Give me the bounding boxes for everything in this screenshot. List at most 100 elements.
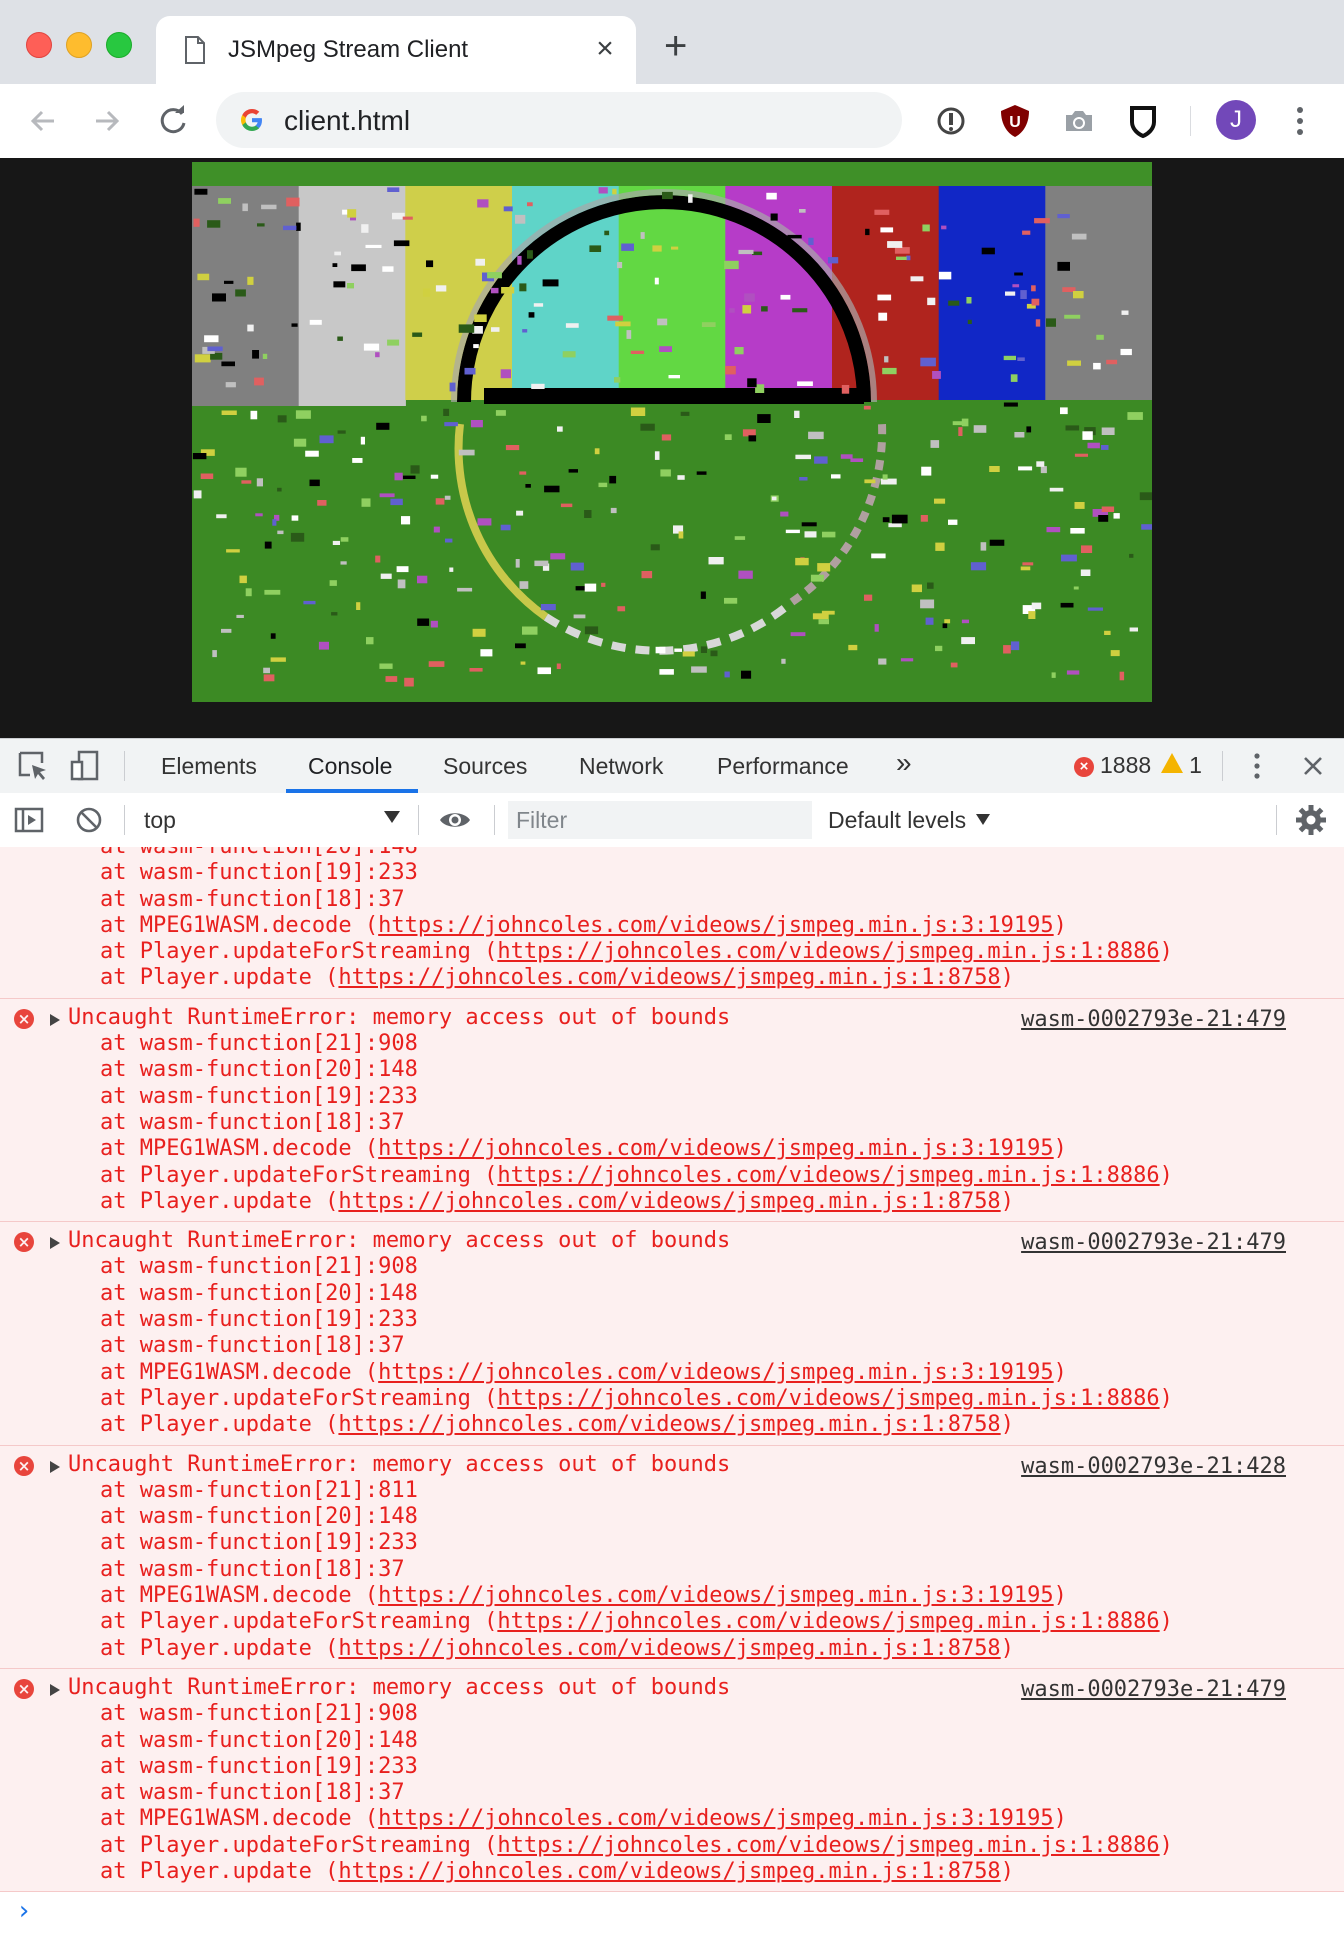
artifact-block (818, 619, 829, 625)
camera-icon[interactable] (1060, 102, 1098, 140)
artifact-block (480, 649, 493, 657)
console-sidebar-icon[interactable] (12, 803, 46, 837)
stack-frame-link[interactable]: https://johncoles.com/videows/jsmpeg.min… (378, 1806, 1054, 1831)
address-bar[interactable]: client.html (216, 92, 902, 148)
clear-console-icon[interactable] (72, 803, 106, 837)
stack-frame-text: at Player.update ( (100, 1858, 339, 1884)
tab-close-icon[interactable]: × (590, 34, 620, 64)
console-error-message[interactable]: × Uncaught RuntimeError: memory access ou… (0, 1445, 1344, 1669)
forward-arrow-icon[interactable] (88, 102, 126, 140)
stack-frame-link[interactable]: https://johncoles.com/videows/jsmpeg.min… (497, 1386, 1159, 1411)
stack-frame-link[interactable]: https://johncoles.com/videows/jsmpeg.min… (497, 1609, 1159, 1634)
stack-frame-link[interactable]: https://johncoles.com/videows/jsmpeg.min… (378, 1583, 1054, 1608)
artifact-block (961, 637, 975, 645)
stack-frame-paren: ) (1053, 1359, 1067, 1385)
ublock-shield-icon[interactable]: U (996, 102, 1034, 140)
console-error-message[interactable]: × Uncaught RuntimeError: memory access ou… (0, 998, 1344, 1223)
issue-counter[interactable]: × 1888 1 (1074, 752, 1202, 779)
close-devtools-icon[interactable] (1296, 749, 1330, 783)
console-prompt[interactable]: › (16, 1896, 1344, 1926)
stack-frame-link[interactable]: https://johncoles.com/videows/jsmpeg.min… (338, 1412, 1000, 1437)
artifact-block (528, 312, 535, 318)
artifact-block (331, 612, 338, 616)
tab-network[interactable]: Network (579, 753, 663, 780)
expand-triangle-icon[interactable] (50, 1013, 60, 1026)
tab-elements[interactable]: Elements (161, 753, 257, 780)
console-settings-gear-icon[interactable] (1294, 803, 1328, 837)
new-tab-button[interactable]: + (664, 26, 687, 66)
tab-title: JSMpeg Stream Client (228, 36, 469, 63)
browser-tab[interactable]: JSMpeg Stream Client × (156, 16, 636, 84)
artifact-block (785, 529, 800, 534)
artifact-block (973, 425, 987, 433)
minimize-window-button[interactable] (66, 32, 92, 58)
artifact-block (927, 297, 936, 306)
artifact-block (941, 225, 947, 230)
chevron-down-icon[interactable] (384, 811, 400, 823)
artifact-block (1119, 671, 1125, 681)
live-expression-eye-icon[interactable] (438, 803, 472, 837)
stack-frame-link[interactable]: https://johncoles.com/videows/jsmpeg.min… (378, 913, 1054, 938)
log-levels-dropdown[interactable]: Default levels (828, 807, 991, 834)
artifact-block (1071, 233, 1087, 240)
tab-console[interactable]: Console (308, 753, 392, 780)
zoom-window-button[interactable] (106, 32, 132, 58)
tab-strip: JSMpeg Stream Client × + (0, 0, 1344, 84)
artifact-block (630, 350, 645, 354)
artifact-block (863, 405, 871, 410)
profile-avatar[interactable]: J (1216, 100, 1256, 140)
console-filter-input[interactable] (508, 801, 812, 839)
artifact-block (347, 209, 357, 218)
inspect-element-icon[interactable] (16, 749, 50, 783)
artifact-block (519, 283, 527, 292)
close-window-button[interactable] (26, 32, 52, 58)
stack-frame-link[interactable]: https://johncoles.com/videows/jsmpeg.min… (338, 965, 1000, 990)
artifact-block (375, 352, 380, 358)
stack-frame-text: at wasm-function[18]:37 (100, 1780, 405, 1806)
error-source-link[interactable]: wasm-0002793e-21:479 (1021, 1677, 1286, 1703)
stack-frame-text: at wasm-function[20]:148 (100, 1504, 418, 1530)
stack-frame-link[interactable]: https://johncoles.com/videows/jsmpeg.min… (338, 1859, 1000, 1884)
artifact-block (1080, 569, 1091, 576)
artifact-block (363, 343, 380, 351)
artifact-block (428, 661, 445, 667)
artifact-block (270, 633, 276, 639)
error-source-link[interactable]: wasm-0002793e-21:479 (1021, 1007, 1286, 1033)
stack-frame: at wasm-function[20]:148 (0, 1728, 1344, 1754)
artifact-block (254, 377, 264, 386)
artifact-block (433, 526, 440, 533)
console-error-message[interactable]: × Uncaught RuntimeError: memory access ou… (0, 1668, 1344, 1893)
stack-frame-link[interactable]: https://johncoles.com/videows/jsmpeg.min… (338, 1636, 1000, 1661)
devtools-menu-icon[interactable] (1240, 749, 1274, 783)
video-canvas[interactable] (192, 162, 1152, 702)
more-tabs-icon[interactable]: » (896, 747, 912, 779)
back-arrow-icon[interactable] (24, 102, 62, 140)
error-source-link[interactable]: wasm-0002793e-21:479 (1021, 1230, 1286, 1256)
console-error-message[interactable]: × Uncaught RuntimeError: memory access ou… (0, 1222, 1344, 1446)
tab-sources[interactable]: Sources (443, 753, 527, 780)
expand-triangle-icon[interactable] (50, 1683, 60, 1696)
error-source-link[interactable]: wasm-0002793e-21:428 (1021, 1454, 1286, 1480)
artifact-block (401, 516, 411, 525)
expand-triangle-icon[interactable] (50, 1237, 60, 1250)
stack-frame-link[interactable]: https://johncoles.com/videows/jsmpeg.min… (497, 1163, 1159, 1188)
stack-frame-link[interactable]: https://johncoles.com/videows/jsmpeg.min… (378, 1360, 1054, 1385)
console-error-message-partial[interactable]: at wasm-function[20]:148at wasm-function… (0, 847, 1344, 999)
artifact-block (309, 479, 320, 487)
page-viewport (0, 158, 1344, 738)
password-manager-icon[interactable] (932, 102, 970, 140)
artifact-block (263, 667, 270, 674)
expand-triangle-icon[interactable] (50, 1460, 60, 1473)
browser-menu-icon[interactable] (1290, 104, 1310, 138)
reload-icon[interactable] (154, 102, 192, 140)
artifact-block (1017, 357, 1025, 361)
tab-performance[interactable]: Performance (717, 753, 849, 780)
stack-frame-link[interactable]: https://johncoles.com/videows/jsmpeg.min… (497, 939, 1159, 964)
device-toolbar-icon[interactable] (68, 749, 102, 783)
stack-frame-link[interactable]: https://johncoles.com/videows/jsmpeg.min… (378, 1136, 1054, 1161)
privacy-shield-icon[interactable] (1124, 102, 1162, 140)
context-selector[interactable]: top (144, 807, 176, 834)
stack-frame-link[interactable]: https://johncoles.com/videows/jsmpeg.min… (338, 1189, 1000, 1214)
stack-frame-link[interactable]: https://johncoles.com/videows/jsmpeg.min… (497, 1833, 1159, 1858)
artifact-block (607, 315, 623, 321)
